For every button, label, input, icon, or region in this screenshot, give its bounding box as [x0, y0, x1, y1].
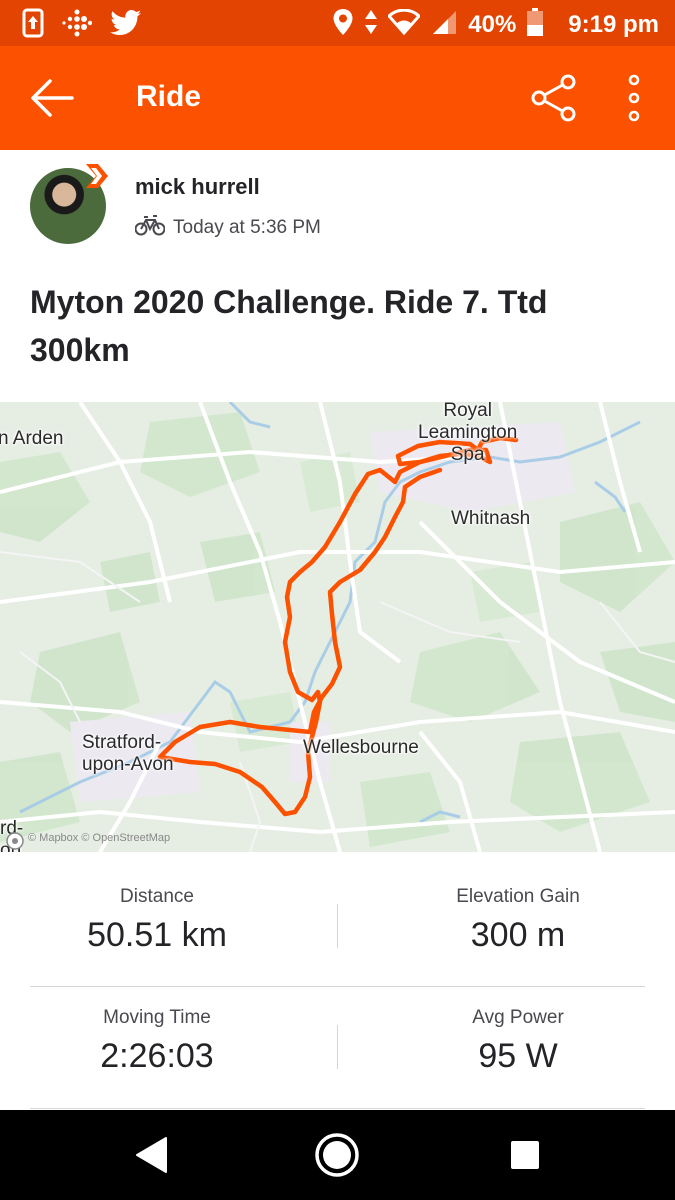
stat-value: 300 m — [470, 916, 566, 954]
bike-icon — [134, 214, 166, 241]
stat-value: 50.51 km — [87, 916, 227, 954]
stats-divider — [30, 986, 645, 987]
activity-title: Myton 2020 Challenge. Ride 7. Ttd 300km — [30, 284, 548, 368]
more-vertical-icon[interactable] — [620, 74, 648, 122]
home-circle-icon[interactable] — [314, 1132, 360, 1178]
map-label-wellesbourne: Wellesbourne — [303, 737, 419, 758]
route-map[interactable]: n Arden Royal Leamington Spa Whitnash St… — [0, 402, 675, 852]
data-arrows-icon — [364, 8, 378, 41]
fitbit-icon — [62, 8, 93, 43]
phone-update-icon — [22, 8, 44, 43]
stat-label: Elevation Gain — [456, 886, 580, 907]
map-base — [0, 402, 675, 852]
stat-elevation: Elevation Gain 300 m — [368, 886, 668, 955]
stat-label: Moving Time — [103, 1007, 211, 1028]
map-label-whitnash: Whitnash — [451, 508, 531, 529]
activity-stats: Distance 50.51 km Elevation Gain 300 m M… — [0, 852, 675, 1110]
location-icon — [332, 8, 354, 41]
wifi-icon — [387, 8, 422, 40]
page-title: Ride — [136, 80, 202, 113]
map-label-royal-leamington: Royal Leamington Spa — [418, 402, 518, 465]
athlete-name[interactable]: mick hurrell — [135, 174, 260, 200]
recents-square-icon[interactable] — [502, 1132, 548, 1178]
subscriber-badge-icon — [82, 162, 110, 190]
share-icon[interactable] — [530, 74, 578, 122]
stat-label: Avg Power — [472, 1007, 564, 1028]
stat-moving-time: Moving Time 2:26:03 — [7, 1007, 307, 1076]
app-bar: Ride — [0, 46, 675, 150]
stat-distance: Distance 50.51 km — [7, 886, 307, 955]
back-arrow-icon[interactable] — [28, 76, 76, 120]
stat-value: 2:26:03 — [100, 1037, 214, 1075]
stats-divider-bottom — [30, 1108, 645, 1109]
system-nav-bar — [0, 1110, 675, 1200]
status-bar: 40% 9:19 pm — [0, 0, 675, 46]
back-triangle-icon[interactable] — [130, 1132, 176, 1178]
map-attribution: © Mapbox © OpenStreetMap — [28, 832, 171, 844]
twitter-icon — [110, 9, 142, 42]
map-label-arden: n Arden — [0, 428, 64, 449]
status-time: 9:19 pm — [568, 10, 659, 38]
stat-divider — [337, 1025, 338, 1069]
activity-header: mick hurrell Today at 5:36 PM Myton 2020… — [0, 150, 675, 400]
stat-divider — [337, 904, 338, 948]
signal-icon — [430, 9, 458, 40]
battery-percent: 40% — [468, 10, 517, 38]
battery-icon — [526, 7, 544, 42]
stat-value: 95 W — [478, 1037, 558, 1075]
stat-label: Distance — [120, 886, 194, 907]
map-label-stratford: Stratford- upon-Avon — [82, 732, 174, 775]
activity-meta: Today at 5:36 PM — [134, 214, 321, 241]
stat-avg-power: Avg Power 95 W — [368, 1007, 668, 1076]
activity-timestamp: Today at 5:36 PM — [173, 216, 321, 238]
